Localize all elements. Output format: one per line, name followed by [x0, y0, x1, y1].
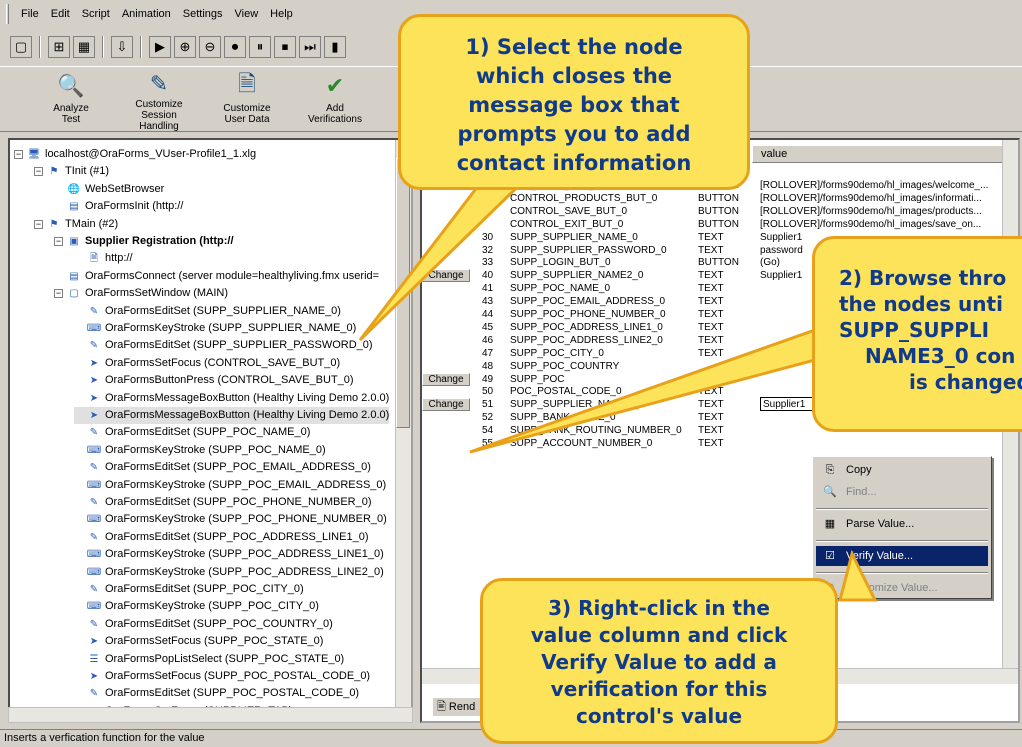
callout-step-2: 2) Browse thro the nodes unti SUPP_SUPPL… — [812, 236, 1022, 432]
callout2-line: 2) Browse thro — [839, 266, 1007, 290]
callout1-line: message box that — [468, 93, 680, 117]
callout3-line: value column and click — [530, 623, 788, 647]
callout2-line: is changed — [909, 370, 1022, 394]
callout-step-3: 3) Right-click in the value column and c… — [480, 578, 838, 744]
callout1-line: 1) Select the node — [465, 35, 683, 59]
callout3-line: 3) Right-click in the — [548, 596, 770, 620]
app-window: File Edit Script Animation Settings View… — [0, 0, 1022, 747]
callout-step-1: 1) Select the node which closes the mess… — [398, 14, 750, 190]
callout1-line: which closes the — [475, 64, 673, 88]
callout1-line: prompts you to add — [457, 122, 691, 146]
callout2-line: the nodes unti — [839, 292, 1003, 316]
callout3-line: verification for this — [550, 677, 768, 701]
callout2-line: NAME3_0 con — [865, 344, 1016, 368]
callout2-line: SUPP_SUPPLI — [839, 318, 990, 342]
callout1-line: contact information — [456, 151, 692, 175]
callout3-line: Verify Value to add a — [541, 650, 777, 674]
callout3-pointer — [838, 549, 878, 602]
callout3-line: control's value — [575, 704, 743, 728]
callout2-pointer — [469, 327, 817, 454]
